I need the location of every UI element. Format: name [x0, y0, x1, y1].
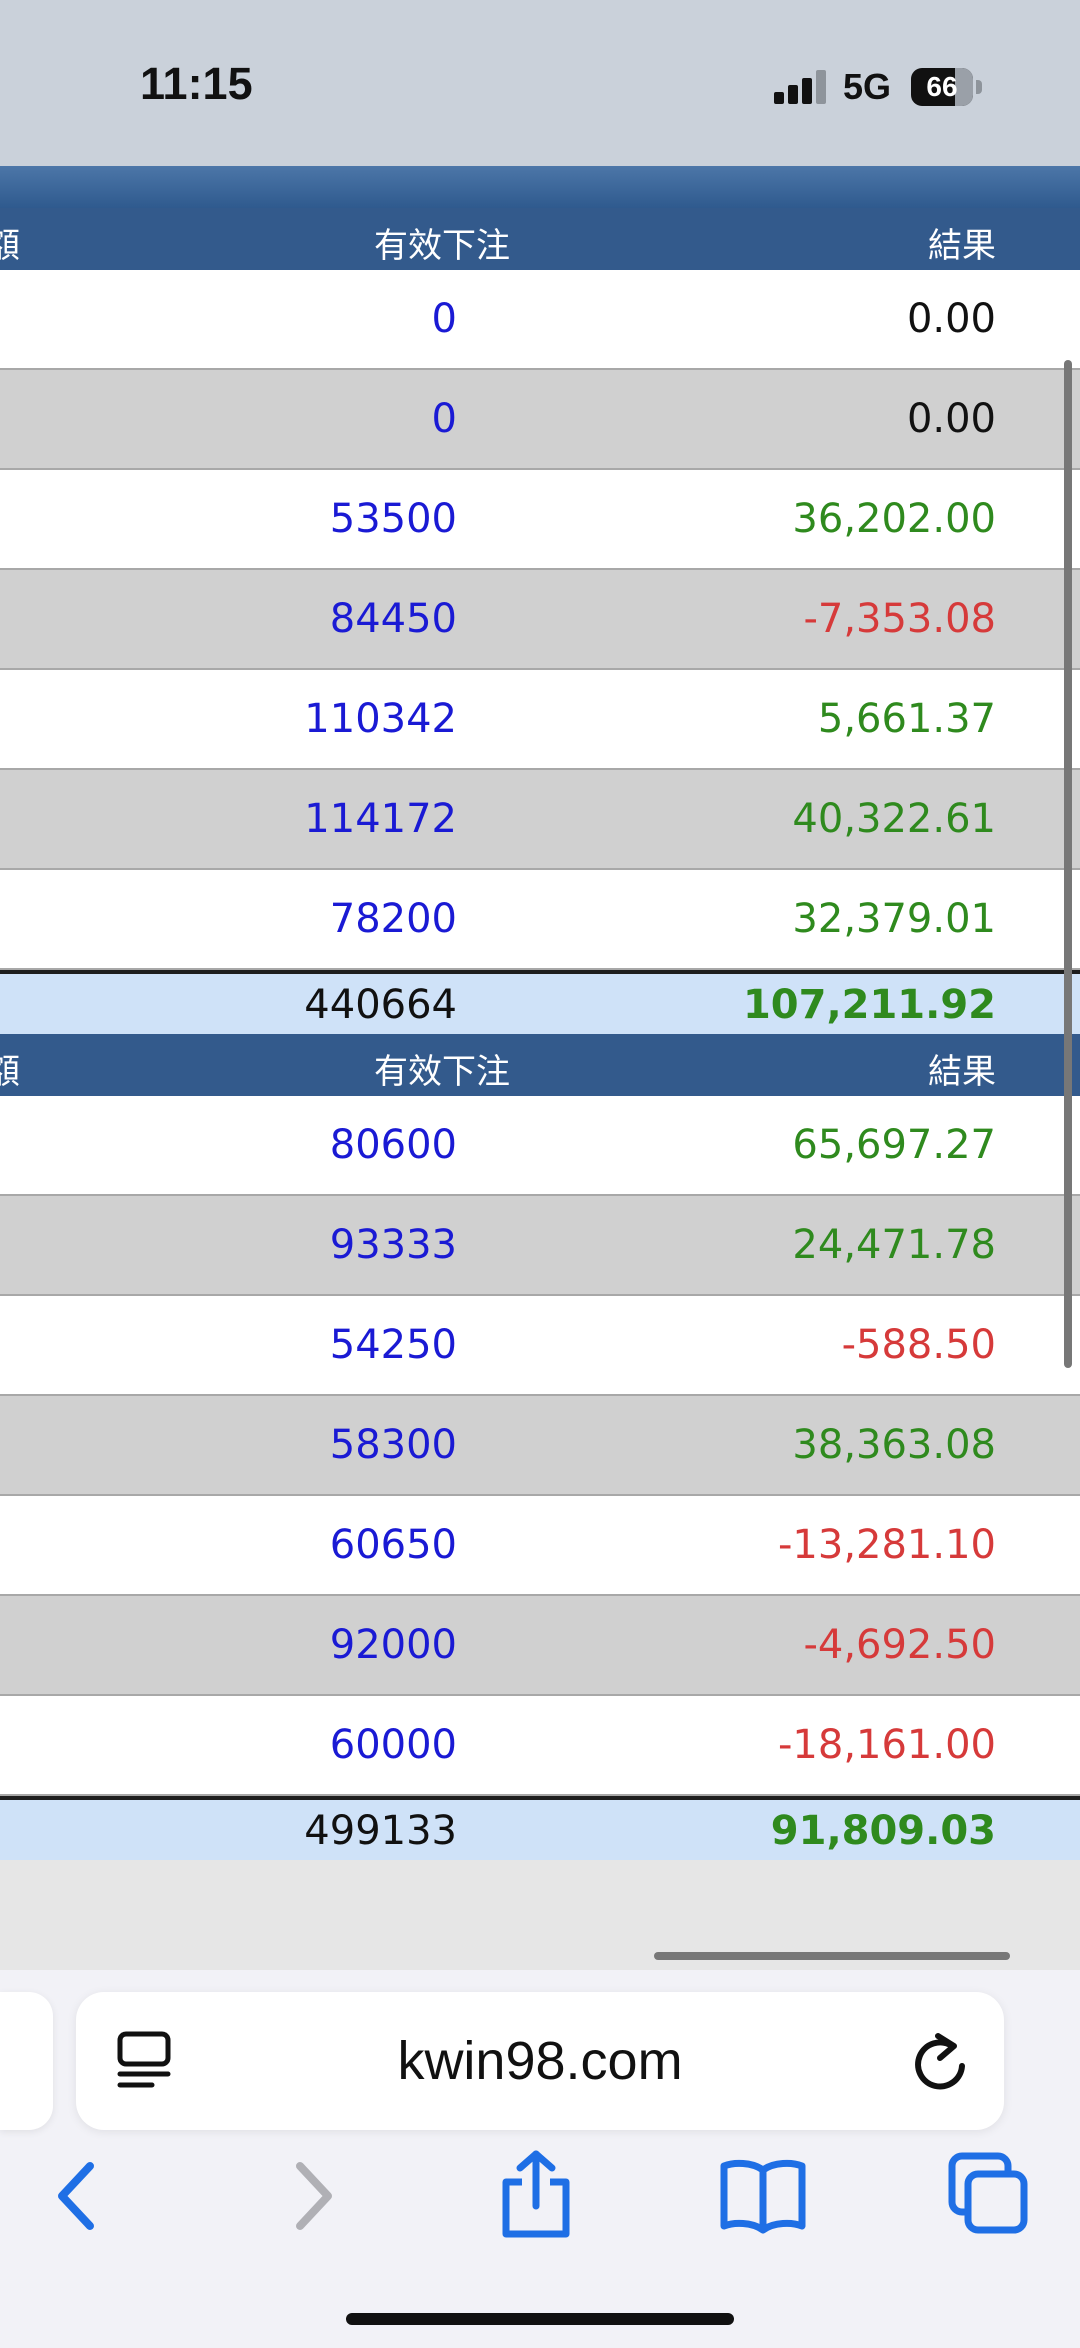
total-bet: 499133 [304, 1808, 457, 1854]
valid-bet-cell: 60000 [329, 1722, 457, 1768]
result-cell: 65,697.27 [792, 1122, 996, 1168]
table-row: 78200 32,379.01 [0, 870, 1080, 970]
table-total-row: 440664 107,211.92 [0, 970, 1080, 1034]
result-cell: 0.00 [906, 396, 996, 442]
previous-tab-preview[interactable] [0, 1992, 53, 2130]
valid-bet-cell: 60650 [329, 1522, 457, 1568]
header-col-valid-bet: 有效下注 [374, 226, 510, 266]
network-type: 5G [843, 66, 892, 107]
valid-bet-cell: 84450 [329, 596, 457, 642]
valid-bet-cell: 114172 [304, 796, 457, 842]
result-cell: 40,322.61 [792, 796, 996, 842]
chevron-right-icon[interactable] [272, 2156, 352, 2236]
valid-bet-cell: 0 [431, 296, 457, 342]
table-row: 110342 5,661.37 [0, 670, 1080, 770]
result-cell: 0.00 [906, 296, 996, 342]
table-row: 53500 36,202.00 [0, 470, 1080, 570]
valid-bet-cell: 80600 [329, 1122, 457, 1168]
header-col-amount: 額 [0, 1052, 20, 1092]
result-cell: 32,379.01 [792, 896, 996, 942]
horizontal-scrollbar[interactable] [654, 1952, 1010, 1960]
cellular-signal-icon [774, 70, 828, 104]
valid-bet-cell: 78200 [329, 896, 457, 942]
table-row: 54250 -588.50 [0, 1296, 1080, 1396]
table-header: 額 有效下注 結果 [0, 1034, 1080, 1096]
address-bar[interactable]: kwin98.com [76, 1992, 1004, 2130]
battery-icon: 66 [911, 68, 973, 106]
status-bar: 11:15 5G 66 [0, 0, 1080, 166]
url-text[interactable]: kwin98.com [76, 2030, 1004, 2092]
result-cell: 36,202.00 [792, 496, 996, 542]
tabs-icon[interactable] [946, 2150, 1030, 2238]
valid-bet-cell: 53500 [329, 496, 457, 542]
valid-bet-cell: 93333 [329, 1222, 457, 1268]
table-row: 92000 -4,692.50 [0, 1596, 1080, 1696]
battery-level: 66 [926, 71, 958, 102]
result-cell: -13,281.10 [777, 1522, 996, 1568]
share-icon[interactable] [494, 2148, 578, 2240]
table-total-row: 499133 91,809.03 [0, 1796, 1080, 1860]
reload-icon[interactable] [908, 2028, 972, 2094]
table-row: 58300 38,363.08 [0, 1396, 1080, 1496]
table-row: 114172 40,322.61 [0, 770, 1080, 870]
table-header: 額 有效下注 結果 [0, 208, 1080, 270]
result-cell: 38,363.08 [792, 1422, 996, 1468]
table-row: 80600 65,697.27 [0, 1096, 1080, 1196]
total-bet: 440664 [304, 982, 457, 1028]
total-result: 107,211.92 [742, 982, 996, 1028]
chevron-left-icon[interactable] [38, 2156, 118, 2236]
total-result: 91,809.03 [770, 1808, 996, 1854]
table-top-strip [0, 166, 1080, 208]
result-cell: -18,161.00 [777, 1722, 996, 1768]
status-time: 11:15 [140, 58, 253, 109]
battery-tip [976, 80, 982, 94]
header-col-valid-bet: 有效下注 [374, 1052, 510, 1092]
result-cell: -7,353.08 [803, 596, 996, 642]
result-cell: 24,471.78 [792, 1222, 996, 1268]
table-row: 93333 24,471.78 [0, 1196, 1080, 1296]
result-cell: -588.50 [841, 1322, 996, 1368]
book-icon[interactable] [718, 2156, 808, 2236]
header-col-amount: 額 [0, 226, 20, 266]
table-row: 0 0.00 [0, 370, 1080, 470]
vertical-scrollbar[interactable] [1064, 360, 1072, 1368]
result-cell: -4,692.50 [803, 1622, 996, 1668]
valid-bet-cell: 92000 [329, 1622, 457, 1668]
home-indicator[interactable] [346, 2313, 734, 2325]
valid-bet-cell: 58300 [329, 1422, 457, 1468]
table-row: 84450 -7,353.08 [0, 570, 1080, 670]
table-row: 60650 -13,281.10 [0, 1496, 1080, 1596]
table-row: 0 0.00 [0, 270, 1080, 370]
valid-bet-cell: 54250 [329, 1322, 457, 1368]
table-row: 60000 -18,161.00 [0, 1696, 1080, 1796]
header-col-result: 結果 [928, 226, 996, 266]
result-cell: 5,661.37 [817, 696, 996, 742]
header-col-result: 結果 [928, 1052, 996, 1092]
valid-bet-cell: 0 [431, 396, 457, 442]
valid-bet-cell: 110342 [304, 696, 457, 742]
